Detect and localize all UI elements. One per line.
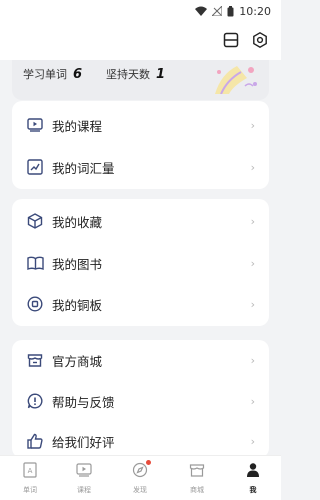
stat-words-learned: 学习单词 6	[23, 66, 82, 82]
tab-label: 商城	[190, 486, 204, 494]
bottom-tab-bar: A 单词 课程 发现 商城 我	[0, 455, 281, 500]
menu-item-my-vocabulary[interactable]: 我的词汇量 ›	[12, 147, 269, 187]
gear-icon	[253, 32, 267, 48]
menu-group-collections: 我的收藏 › 我的图书 › 我的铜板 ›	[12, 199, 269, 326]
cube-icon	[26, 212, 44, 230]
chevron-right-icon: ›	[250, 214, 255, 228]
stats-card: 学习单词 6 坚持天数 1	[12, 60, 269, 100]
status-bar: 10:20	[0, 0, 281, 22]
menu-item-label: 官方商城	[52, 353, 103, 369]
menu-item-label: 给我们好评	[52, 434, 115, 450]
status-time: 10:20	[239, 4, 271, 18]
tab-label: 我	[249, 486, 257, 494]
stat-label: 坚持天数	[106, 68, 150, 81]
svg-text:A: A	[28, 467, 33, 475]
header-actions	[0, 22, 281, 60]
scan-button[interactable]	[221, 30, 241, 50]
shop-icon	[177, 460, 217, 480]
no-signal-icon	[212, 6, 223, 16]
battery-icon	[227, 5, 234, 17]
menu-item-my-books[interactable]: 我的图书 ›	[12, 243, 269, 283]
stat-label: 学习单词	[23, 68, 67, 81]
menu-group-support: 官方商城 › 帮助与反馈 › 给我们好评 ›	[12, 340, 269, 458]
menu-item-label: 帮助与反馈	[52, 394, 115, 410]
wifi-icon	[195, 6, 208, 16]
menu-item-official-store[interactable]: 官方商城 ›	[12, 340, 269, 380]
menu-group-learning: 我的课程 › 我的词汇量 ›	[12, 101, 269, 189]
coin-icon	[26, 295, 44, 313]
menu-item-help-feedback[interactable]: 帮助与反馈 ›	[12, 381, 269, 421]
chevron-right-icon: ›	[250, 118, 255, 132]
chevron-right-icon: ›	[250, 353, 255, 367]
notification-dot	[146, 460, 151, 465]
tab-words[interactable]: A 单词	[10, 460, 50, 498]
tab-label: 课程	[77, 486, 91, 494]
chevron-right-icon: ›	[250, 256, 255, 270]
party-decoration-icon	[215, 66, 257, 94]
chevron-right-icon: ›	[250, 434, 255, 448]
menu-item-label: 我的课程	[52, 118, 103, 134]
menu-item-label: 我的铜板	[52, 297, 103, 313]
chart-trend-icon	[26, 158, 44, 176]
store-icon	[26, 351, 44, 369]
book-icon	[26, 254, 44, 272]
menu-item-label: 我的图书	[52, 256, 103, 272]
tab-lessons[interactable]: 课程	[64, 460, 104, 498]
tab-label: 发现	[133, 486, 147, 494]
tab-label: 单词	[23, 486, 37, 494]
tab-me[interactable]: 我	[233, 460, 273, 498]
menu-item-label: 我的词汇量	[52, 160, 115, 176]
chevron-right-icon: ›	[250, 297, 255, 311]
lesson-icon	[64, 460, 104, 480]
scan-icon	[223, 32, 239, 48]
word-icon: A	[10, 460, 50, 480]
menu-item-my-courses[interactable]: 我的课程 ›	[12, 105, 269, 145]
thumbs-up-icon	[26, 432, 44, 450]
menu-item-my-coins[interactable]: 我的铜板 ›	[12, 284, 269, 324]
menu-item-label: 我的收藏	[52, 214, 103, 230]
help-icon	[26, 392, 44, 410]
chevron-right-icon: ›	[250, 394, 255, 408]
settings-button[interactable]	[250, 30, 270, 50]
stat-value: 1	[156, 67, 166, 82]
tab-discover[interactable]: 发现	[120, 460, 160, 498]
tab-shop[interactable]: 商城	[177, 460, 217, 498]
menu-item-my-favorites[interactable]: 我的收藏 ›	[12, 201, 269, 241]
stat-streak-days: 坚持天数 1	[106, 66, 165, 82]
stat-value: 6	[73, 67, 83, 82]
compass-icon	[120, 460, 160, 480]
chevron-right-icon: ›	[250, 160, 255, 174]
video-lesson-icon	[26, 116, 44, 134]
profile-icon	[233, 460, 273, 480]
